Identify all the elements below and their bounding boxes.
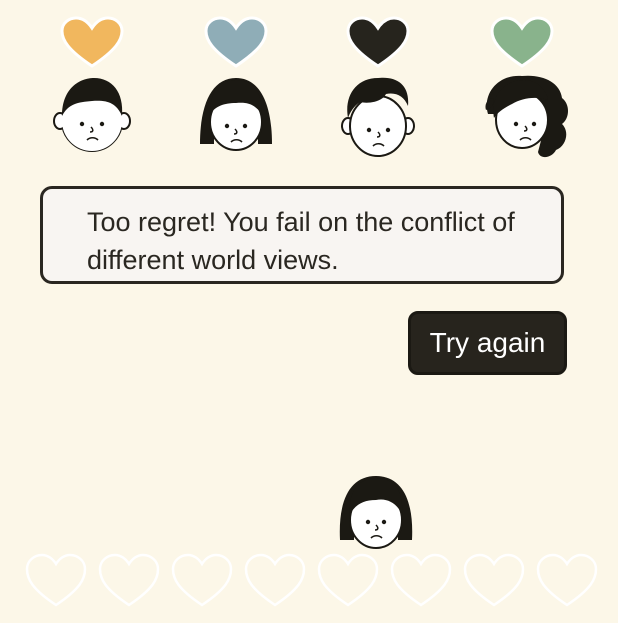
heart-icon-green [490,16,554,68]
character-4 [482,4,568,158]
character-face-icon [200,78,272,151]
empty-heart-icon [244,553,306,607]
empty-heart-icon [463,553,525,607]
heart-icon-blue [204,16,268,68]
game-over-message-box: Too regret! You fail on the conflict of … [40,186,564,284]
character-face-icon [53,78,131,152]
empty-heart-icon [390,553,452,607]
empty-heart-icon [25,553,87,607]
try-again-button[interactable]: Try again [408,311,567,375]
empty-heart-icon [98,553,160,607]
character-face-icon [485,75,568,158]
empty-heart-icon [536,553,598,607]
empty-heart-icon [171,553,233,607]
empty-heart-icon [317,553,379,607]
heart-icon-orange [60,16,124,68]
heart-icon-black [346,16,410,68]
character-face-icon [341,77,415,157]
player-character-icon [339,476,413,549]
character-1 [52,4,132,154]
lives-bar [24,552,600,612]
game-over-message-text: Too regret! You fail on the conflict of … [87,207,515,275]
character-3 [338,4,418,157]
character-2 [196,4,276,154]
